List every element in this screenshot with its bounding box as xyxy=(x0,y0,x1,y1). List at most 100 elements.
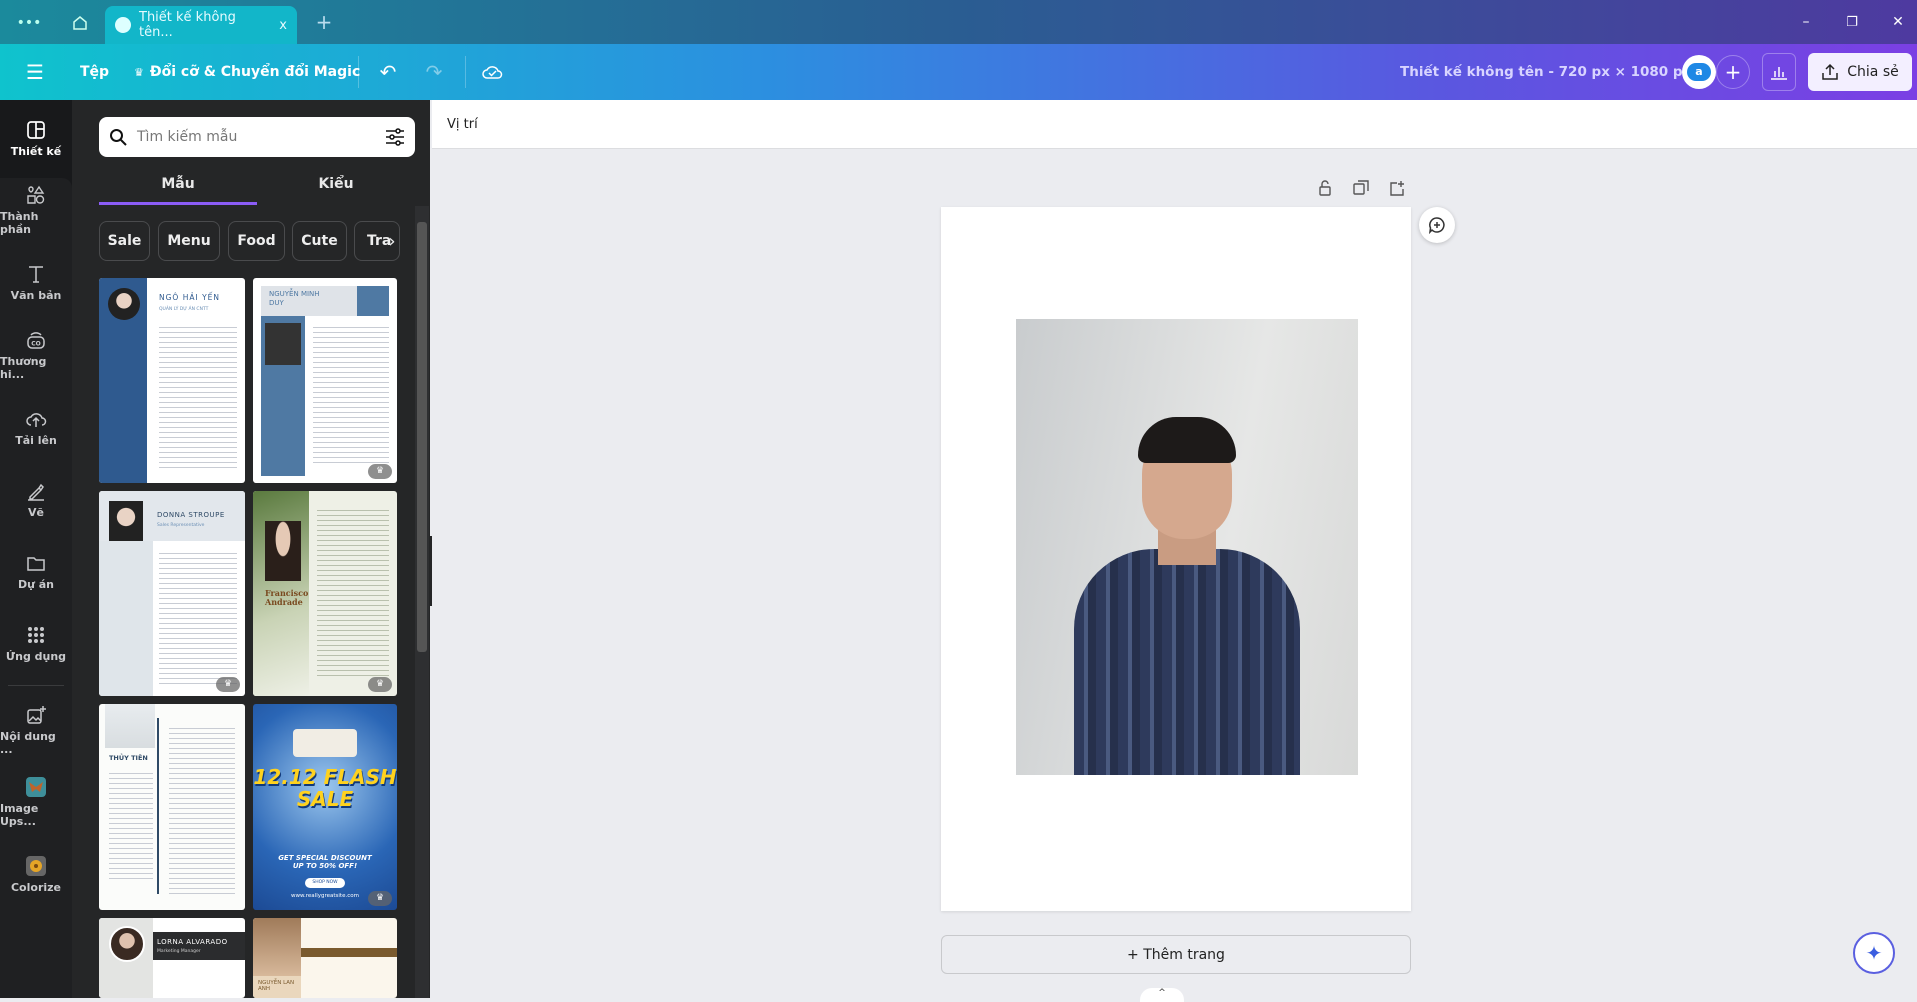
template-title: THỦY TIÊN xyxy=(109,754,148,762)
magic-assistant-sparkle-icon[interactable]: ✦ xyxy=(1853,932,1895,974)
template-card[interactable]: DONNA STROUPE Sales Representative ♛ xyxy=(99,491,245,696)
rail-item-label: Thành phần xyxy=(0,210,39,236)
rail-item-6[interactable]: Dự án xyxy=(0,541,72,601)
restore-icon[interactable]: ❐ xyxy=(1834,10,1870,34)
rail-item-10[interactable]: Colorize xyxy=(0,844,72,904)
template-title: NGUYỄN LAN ANH xyxy=(258,980,295,992)
template-card[interactable]: Francisco Andrade ♛ xyxy=(253,491,397,696)
add-collaborator-button[interactable]: + xyxy=(1716,55,1750,89)
template-card[interactable]: NGUYỄN LAN ANH xyxy=(253,918,397,998)
position-button[interactable]: Vị trí xyxy=(447,117,478,132)
close-window-icon[interactable]: ✕ xyxy=(1880,10,1916,34)
rail-item-label: Thiết kế xyxy=(10,144,62,158)
premium-crown-icon: ♛ xyxy=(216,677,240,692)
divider xyxy=(465,56,466,88)
image-upscaler-app-icon xyxy=(26,777,46,797)
rail-item-label: Vẽ xyxy=(28,505,44,519)
rail-item-label: Tải lên xyxy=(15,433,57,447)
colorize-app-icon xyxy=(26,855,46,876)
filter-chip[interactable]: Sale xyxy=(99,221,150,261)
filter-sliders-icon xyxy=(386,128,404,146)
rail-item-7[interactable]: Ứng dụng xyxy=(0,613,72,673)
menu-dots-icon[interactable]: ••• xyxy=(14,12,44,34)
analytics-button[interactable] xyxy=(1762,53,1796,91)
file-menu-button[interactable]: Tệp xyxy=(80,44,109,100)
template-title: DONNA STROUPE xyxy=(157,511,225,519)
hamburger-menu-icon[interactable]: ☰ xyxy=(22,60,48,84)
crown-icon: ♛ xyxy=(134,65,144,79)
rail-divider xyxy=(8,685,64,686)
bar-chart-icon xyxy=(1771,67,1787,80)
close-tab-icon[interactable]: x xyxy=(279,18,287,33)
new-tab-icon[interactable]: + xyxy=(312,10,336,34)
brand-icon: CO xyxy=(27,332,45,349)
template-title: Francisco Andrade xyxy=(265,588,309,607)
browser-tab-active[interactable]: Thiết kế không tên... x xyxy=(105,6,297,44)
design-title[interactable]: Thiết kế không tên - 720 px × 1080 px xyxy=(1400,44,1691,100)
user-avatar[interactable]: a xyxy=(1682,55,1716,89)
rail-item-0[interactable]: Thiết kế xyxy=(0,108,72,168)
rail-item-label: Dự án xyxy=(17,577,55,591)
premium-crown-icon: ♛ xyxy=(368,891,392,906)
template-subtitle: QUẢN LÝ DỰ ÁN CNTT xyxy=(159,307,209,312)
chips-scroll-right-icon[interactable]: › xyxy=(384,226,400,256)
upload-cloud-icon xyxy=(26,412,47,427)
template-card[interactable]: NGÔ HẢI YẾN QUẢN LÝ DỰ ÁN CNTT xyxy=(99,278,245,483)
lock-icon[interactable] xyxy=(1314,178,1336,198)
divider xyxy=(358,56,359,88)
rail-item-label: Ứng dụng xyxy=(5,649,67,663)
rail-item-label: Image Ups... xyxy=(0,802,39,828)
portrait-photo[interactable] xyxy=(1016,319,1358,775)
show-pages-button[interactable]: ^ xyxy=(1140,988,1184,1002)
rail-item-8[interactable]: Nội dung ... xyxy=(0,700,72,760)
duplicate-page-icon[interactable] xyxy=(1350,178,1372,198)
share-label: Chia sẻ xyxy=(1847,64,1899,80)
magic-resize-label: Đổi cỡ & Chuyển đổi Magic xyxy=(149,64,361,80)
rail-item-label: Colorize xyxy=(10,880,61,894)
tab-templates[interactable]: Mẫu xyxy=(99,172,257,204)
add-page-icon[interactable] xyxy=(1386,178,1408,198)
rail-item-5[interactable]: Vẽ xyxy=(0,469,72,529)
browser-tab-bar: ••• Thiết kế không tên... x + – ❐ ✕ xyxy=(0,0,1917,44)
redo-icon[interactable]: ↷ xyxy=(420,58,448,86)
template-card[interactable]: THỦY TIÊN xyxy=(99,704,245,910)
search-placeholder: Tìm kiếm mẫu xyxy=(137,129,238,145)
rail-item-1[interactable]: Thành phần xyxy=(0,180,72,240)
template-subtitle: Sales Representative xyxy=(157,523,205,528)
layout-icon xyxy=(27,120,45,139)
template-subtitle: Marketing Manager xyxy=(157,949,201,954)
filter-chip[interactable]: Food xyxy=(228,221,285,261)
undo-icon[interactable]: ↶ xyxy=(374,58,402,86)
rail-item-4[interactable]: Tải lên xyxy=(0,397,72,457)
template-card[interactable]: 12.12 FLASH SALE GET SPECIAL DISCOUNT UP… xyxy=(253,704,397,910)
scrollbar-thumb[interactable] xyxy=(417,222,427,652)
magic-media-icon xyxy=(27,706,46,724)
template-card[interactable]: LORNA ALVARADO Marketing Manager xyxy=(99,918,245,998)
home-icon[interactable] xyxy=(68,12,92,34)
canva-logo-icon xyxy=(115,17,131,33)
rail-item-label: Nội dung ... xyxy=(0,730,56,756)
share-button[interactable]: Chia sẻ xyxy=(1808,53,1912,91)
cloud-saved-icon[interactable] xyxy=(478,58,506,86)
magic-resize-button[interactable]: ♛ Đổi cỡ & Chuyển đổi Magic xyxy=(134,44,360,100)
template-card[interactable]: NGUYỄN MINH DUY ♛ xyxy=(253,278,397,483)
add-page-button[interactable]: + Thêm trang xyxy=(941,935,1411,974)
template-title: LORNA ALVARADO xyxy=(157,938,228,946)
minimize-icon[interactable]: – xyxy=(1788,10,1824,34)
add-comment-icon[interactable] xyxy=(1419,207,1455,243)
template-search-input[interactable]: Tìm kiếm mẫu xyxy=(99,117,415,157)
filter-chip[interactable]: Menu xyxy=(158,221,220,261)
active-tab-indicator xyxy=(99,202,257,205)
folder-icon xyxy=(27,556,45,571)
panel-scrollbar[interactable] xyxy=(415,206,429,998)
tab-styles[interactable]: Kiểu xyxy=(257,172,415,204)
filter-chip[interactable]: Cute xyxy=(292,221,347,261)
template-subtitle: GET SPECIAL DISCOUNT UP TO 50% OFF! xyxy=(278,854,372,870)
rail-item-9[interactable]: Image Ups... xyxy=(0,772,72,832)
rail-item-3[interactable]: CO Thương hi... xyxy=(0,325,72,385)
rail-item-2[interactable]: Văn bản xyxy=(0,252,72,312)
svg-text:CO: CO xyxy=(31,341,41,348)
template-title: NGUYỄN MINH DUY xyxy=(269,290,320,307)
premium-crown-icon: ♛ xyxy=(368,464,392,479)
template-title: NGÔ HẢI YẾN xyxy=(159,293,221,302)
